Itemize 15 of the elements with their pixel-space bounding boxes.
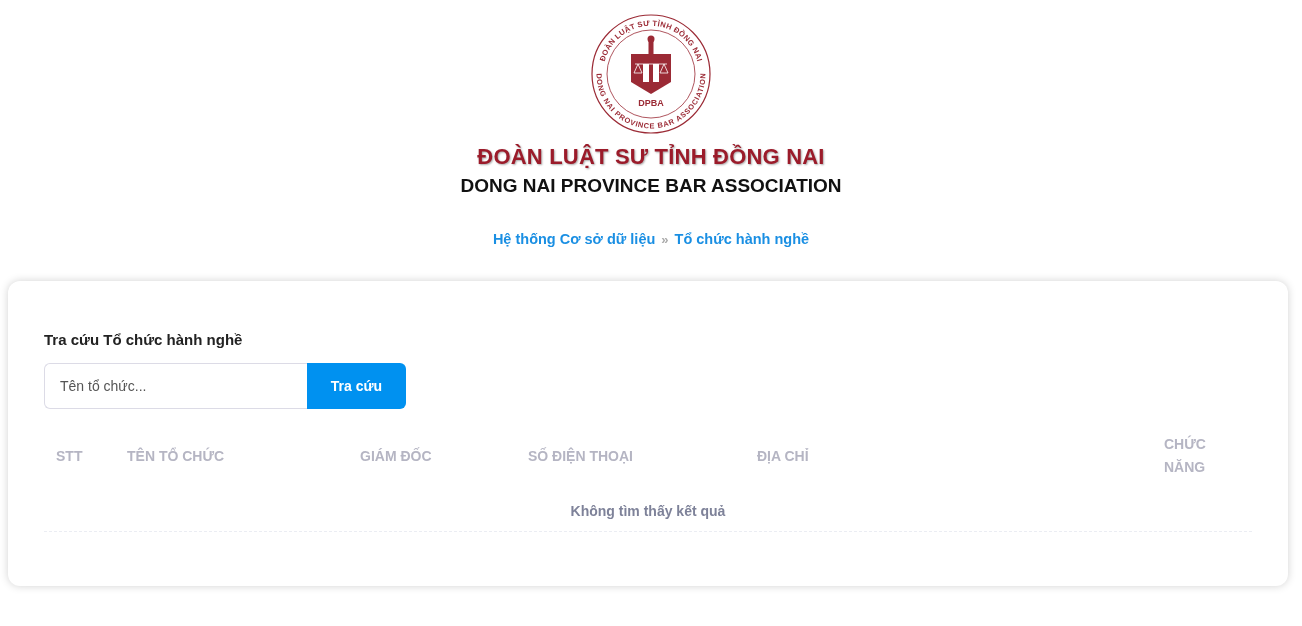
breadcrumb-link[interactable]: Hệ thống Cơ sở dữ liệu xyxy=(492,231,656,247)
empty-message: Không tìm thấy kết quả xyxy=(44,479,1252,532)
search-field[interactable]: Tên tổ chức... xyxy=(44,363,307,409)
column-header: TÊN TỔ CHỨC xyxy=(126,446,226,466)
breadcrumb-link[interactable]: Tổ chức hành nghề xyxy=(674,231,810,247)
column-header: ĐỊA CHỈ xyxy=(756,446,810,466)
column-header: SỐ ĐIỆN THOẠI xyxy=(527,446,634,466)
breadcrumb-separator: » xyxy=(661,231,669,247)
site-subtitle: DONG NAI PROVINCE BAR ASSOCIATION xyxy=(460,175,842,197)
column-header: STT xyxy=(55,446,84,466)
column-header: CHỨC NĂNG xyxy=(1163,434,1207,477)
column-header: GIÁM ĐỐC xyxy=(359,446,433,466)
search-button[interactable]: Tra cứu xyxy=(307,363,406,409)
search-heading: Tra cứu Tổ chức hành nghề xyxy=(44,331,244,348)
site-title: ĐOÀN LUẬT SƯ TỈNH ĐỒNG NAI xyxy=(477,144,825,170)
